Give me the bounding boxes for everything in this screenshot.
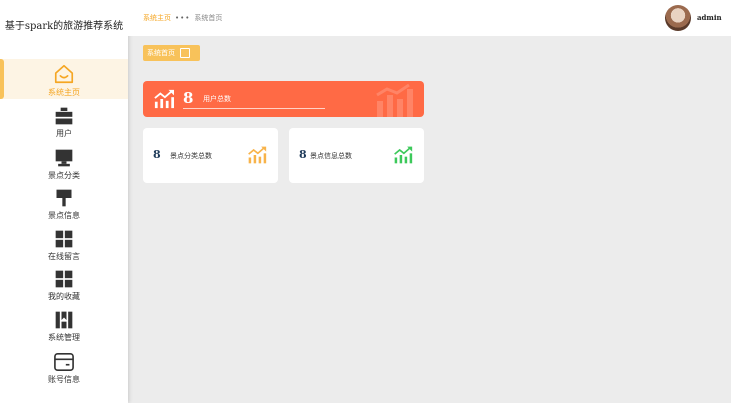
username[interactable]: admin [697,13,722,22]
sidebar-item-label: 景点分类 [48,171,80,180]
card-icon [54,353,74,371]
app-title: 基于spark的旅游推荐系统 [4,21,124,32]
breadcrumb-separator: ••• [175,14,191,22]
category-count-label: 景点分类总数 [170,152,212,160]
sidebar-item-label: 账号信息 [48,375,80,384]
sidebar-item-label: 景点信息 [48,211,80,220]
book-icon [55,311,73,329]
category-count-card: 8 景点分类总数 [143,128,278,183]
breadcrumb-home-link[interactable]: 系统主页 [143,14,171,22]
home-icon [54,64,74,84]
sidebar-item-spots[interactable]: 景点信息 [0,188,128,221]
sidebar-item-label: 用户 [56,129,72,138]
spot-count-card: 8 景点信息总数 [289,128,424,183]
user-count-value: 8 [183,89,194,107]
sidebar-item-messages[interactable]: 在线留言 [0,229,128,262]
top-header: 系统主页 ••• 系统首页 admin [128,0,731,36]
trend-chart-icon [248,146,267,164]
category-count-value: 8 [153,148,161,161]
grid-icon [55,270,73,288]
tab-home[interactable]: 系统首页 [143,45,200,61]
divider [183,108,325,109]
sidebar-item-label: 系统管理 [48,333,80,342]
tab-label: 系统首页 [147,49,175,57]
sidebar-item-users[interactable]: 用户 [0,106,128,139]
sidebar-item-label: 我的收藏 [48,292,80,301]
sidebar: 基于spark的旅游推荐系统 系统主页 用户 景点分类 景点信息 在线留言 我的… [0,0,128,403]
trend-chart-icon [394,146,413,164]
avatar[interactable] [665,5,691,31]
breadcrumb-current: 系统首页 [194,14,223,22]
sidebar-item-favorites[interactable]: 我的收藏 [0,269,128,302]
close-icon[interactable] [180,48,190,58]
spot-count-label: 景点信息总数 [310,152,352,160]
sidebar-item-home[interactable]: 系统主页 [0,59,128,99]
user-count-card: 8 用户总数 [143,81,424,117]
grid-icon [55,230,73,248]
monitor-icon [55,149,73,167]
user-count-label: 用户总数 [203,95,231,103]
sidebar-item-system[interactable]: 系统管理 [0,310,128,343]
sidebar-item-label: 系统主页 [48,88,80,97]
brush-icon [56,189,72,207]
user-briefcase-icon [55,107,73,125]
bar-chart-icon [376,83,413,117]
breadcrumb: 系统主页 ••• 系统首页 [143,13,222,23]
sidebar-item-account[interactable]: 账号信息 [0,352,128,385]
sidebar-item-label: 在线留言 [48,252,80,261]
sidebar-item-categories[interactable]: 景点分类 [0,148,128,181]
spot-count-value: 8 [299,148,307,161]
trend-chart-icon [154,89,174,109]
